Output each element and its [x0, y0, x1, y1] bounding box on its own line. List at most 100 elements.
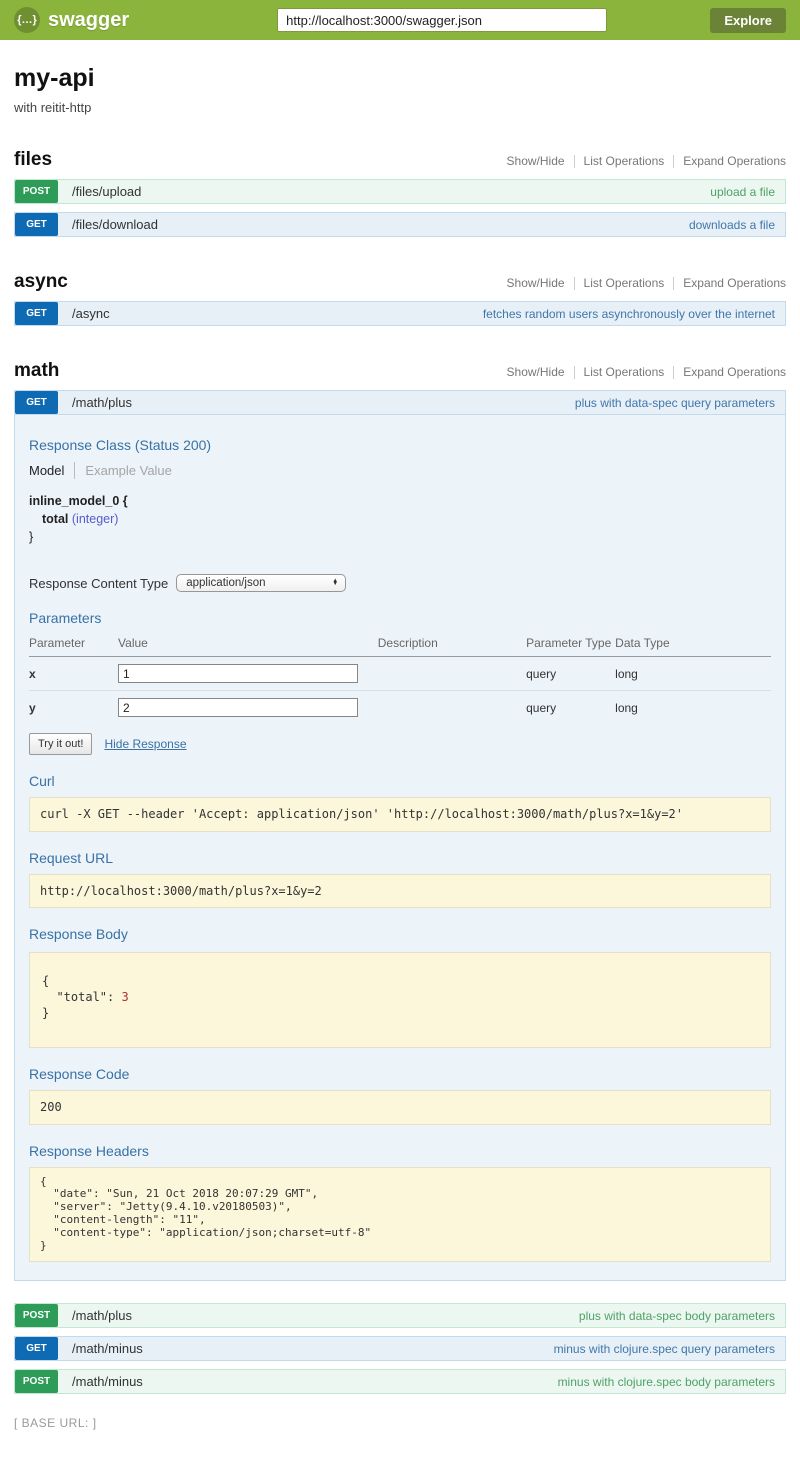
json-close-brace: }	[42, 1006, 49, 1020]
tab-example-value[interactable]: Example Value	[85, 463, 171, 478]
header-bar: {…} swagger Explore	[0, 0, 800, 40]
json-key: "total":	[42, 990, 121, 1004]
base-url-label: [ BASE URL: ]	[14, 1416, 97, 1430]
post-method-badge: POST	[15, 180, 58, 203]
parameters-table: Parameter Value Description Parameter Ty…	[29, 633, 771, 724]
expand-operations-link[interactable]: Expand Operations	[674, 276, 786, 290]
model-signature: inline_model_0 { total (integer) }	[29, 492, 771, 546]
section-title-files: files	[14, 149, 52, 171]
request-url-heading: Request URL	[29, 850, 771, 866]
list-operations-link[interactable]: List Operations	[575, 365, 674, 379]
endpoint-summary[interactable]: plus with data-spec body parameters	[579, 1309, 785, 1323]
json-open-brace: {	[42, 974, 49, 988]
section-async: async Show/Hide List Operations Expand O…	[14, 271, 786, 326]
get-method-badge: GET	[15, 1337, 58, 1360]
selected-content-type: application/json	[186, 577, 318, 589]
endpoint-path[interactable]: /files/download	[72, 217, 158, 232]
endpoint-path[interactable]: /files/upload	[72, 184, 141, 199]
endpoint-summary[interactable]: minus with clojure.spec body parameters	[558, 1375, 785, 1389]
select-arrows-icon: ▲▼	[332, 580, 338, 587]
spec-url-input[interactable]	[277, 8, 607, 32]
section-title-math: math	[14, 360, 59, 382]
model-close-line: }	[29, 528, 771, 546]
expand-operations-link[interactable]: Expand Operations	[674, 365, 786, 379]
endpoint-summary[interactable]: upload a file	[710, 185, 785, 199]
try-it-out-button[interactable]: Try it out!	[29, 733, 92, 755]
param-x-input[interactable]	[118, 664, 358, 683]
endpoint-path[interactable]: /math/minus	[72, 1374, 143, 1389]
table-row: x query long	[29, 657, 771, 691]
param-data-type: long	[615, 657, 771, 691]
param-name: x	[29, 657, 118, 691]
endpoint-row-post-files-upload[interactable]: POST /files/upload upload a file	[14, 179, 786, 204]
get-method-badge: GET	[15, 302, 58, 325]
headers-line: "date": "Sun, 21 Oct 2018 20:07:29 GMT",	[40, 1187, 318, 1200]
get-method-badge: GET	[15, 213, 58, 236]
endpoint-path[interactable]: /math/minus	[72, 1341, 143, 1356]
col-header-data-type: Data Type	[615, 633, 771, 657]
hide-response-link[interactable]: Hide Response	[104, 737, 186, 751]
show-hide-link[interactable]: Show/Hide	[498, 154, 574, 168]
tab-model[interactable]: Model	[29, 463, 64, 478]
swagger-logo-label: swagger	[48, 9, 129, 32]
response-class-heading: Response Class (Status 200)	[29, 437, 771, 453]
headers-line: "content-type": "application/json;charse…	[40, 1226, 371, 1239]
col-header-value: Value	[118, 633, 378, 657]
model-tabs: Model Example Value	[29, 462, 771, 479]
response-content-type-select[interactable]: application/json ▲▼	[176, 574, 346, 592]
curl-command: curl -X GET --header 'Accept: applicatio…	[29, 797, 771, 831]
post-method-badge: POST	[15, 1304, 58, 1327]
response-body-heading: Response Body	[29, 926, 771, 942]
table-row: y query long	[29, 691, 771, 725]
endpoint-row-post-math-minus[interactable]: POST /math/minus minus with clojure.spec…	[14, 1369, 786, 1394]
response-headers-json: { "date": "Sun, 21 Oct 2018 20:07:29 GMT…	[29, 1167, 771, 1263]
endpoint-row-get-files-download[interactable]: GET /files/download downloads a file	[14, 212, 786, 237]
endpoint-path[interactable]: /math/plus	[72, 1308, 132, 1323]
endpoint-row-get-async[interactable]: GET /async fetches random users asynchro…	[14, 301, 786, 326]
expand-operations-link[interactable]: Expand Operations	[674, 154, 786, 168]
param-type: query	[526, 691, 615, 725]
endpoint-row-get-math-plus[interactable]: GET /math/plus plus with data-spec query…	[14, 390, 786, 415]
show-hide-link[interactable]: Show/Hide	[498, 276, 574, 290]
page-footer: [ BASE URL: ]	[14, 1414, 786, 1432]
param-type: query	[526, 657, 615, 691]
col-header-parameter: Parameter	[29, 633, 118, 657]
divider	[74, 462, 75, 479]
curl-heading: Curl	[29, 773, 771, 789]
param-description	[378, 691, 526, 725]
list-operations-link[interactable]: List Operations	[575, 154, 674, 168]
col-header-description: Description	[378, 633, 526, 657]
endpoint-summary[interactable]: downloads a file	[689, 218, 785, 232]
response-code-value: 200	[29, 1090, 771, 1124]
response-body-json: { "total": 3 }	[29, 952, 771, 1049]
endpoint-summary[interactable]: fetches random users asynchronously over…	[483, 307, 785, 321]
param-description	[378, 657, 526, 691]
get-method-badge: GET	[15, 391, 58, 414]
spacer	[14, 1281, 786, 1295]
param-data-type: long	[615, 691, 771, 725]
list-operations-link[interactable]: List Operations	[575, 276, 674, 290]
endpoint-path[interactable]: /math/plus	[72, 395, 132, 410]
explore-button[interactable]: Explore	[710, 8, 786, 33]
endpoint-summary[interactable]: plus with data-spec query parameters	[575, 396, 785, 410]
request-url-value: http://localhost:3000/math/plus?x=1&y=2	[29, 874, 771, 908]
endpoint-path[interactable]: /async	[72, 306, 110, 321]
endpoint-summary[interactable]: minus with clojure.spec query parameters	[554, 1342, 785, 1356]
json-number-value: 3	[121, 990, 128, 1004]
page-title: my-api	[14, 64, 786, 93]
param-name: y	[29, 691, 118, 725]
swagger-logo[interactable]: {…} swagger	[14, 7, 129, 33]
section-math: math Show/Hide List Operations Expand Op…	[14, 360, 786, 1394]
headers-line: "content-length": "11",	[40, 1213, 206, 1226]
endpoint-row-get-math-minus[interactable]: GET /math/minus minus with clojure.spec …	[14, 1336, 786, 1361]
response-content-type-label: Response Content Type	[29, 576, 168, 591]
endpoint-row-post-math-plus[interactable]: POST /math/plus plus with data-spec body…	[14, 1303, 786, 1328]
param-y-input[interactable]	[118, 698, 358, 717]
model-property-name: total	[42, 512, 68, 526]
show-hide-link[interactable]: Show/Hide	[498, 365, 574, 379]
model-open-line: inline_model_0 {	[29, 492, 771, 510]
response-code-heading: Response Code	[29, 1066, 771, 1082]
response-headers-heading: Response Headers	[29, 1143, 771, 1159]
operation-detail-panel: Response Class (Status 200) Model Exampl…	[14, 415, 786, 1281]
headers-line: }	[40, 1239, 47, 1252]
